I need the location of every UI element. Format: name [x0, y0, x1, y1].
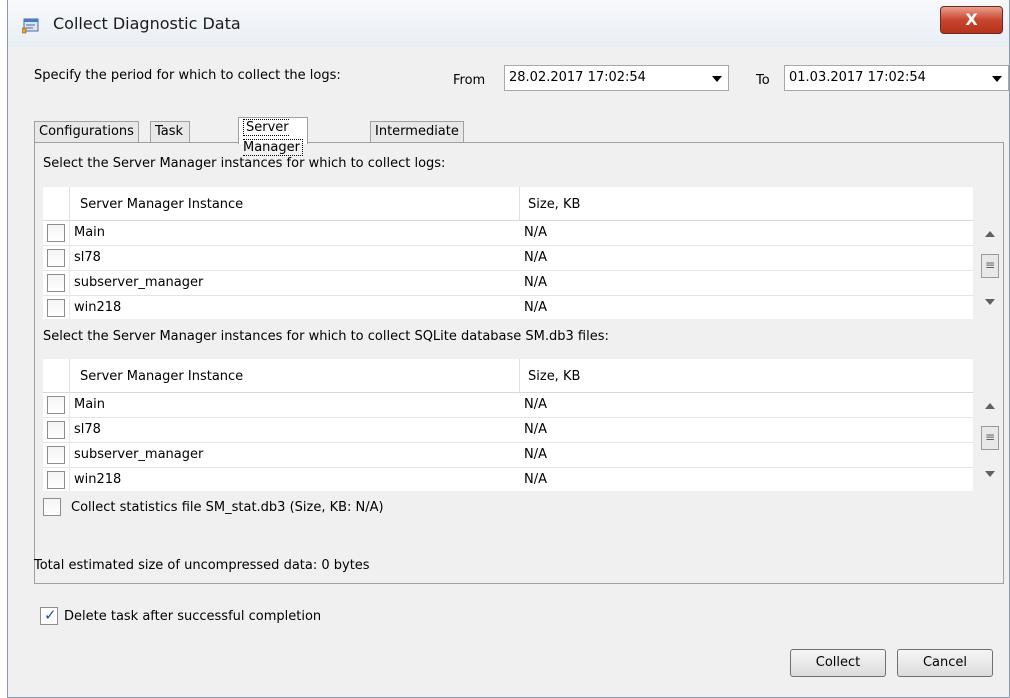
scroll-up-icon[interactable] [985, 231, 995, 237]
logs-instances-grid: Server Manager Instance Size, KB Main N/… [43, 187, 973, 319]
instance-name: win218 [74, 472, 122, 487]
instance-name: sl78 [74, 250, 101, 265]
instance-name: sl78 [74, 422, 101, 437]
scroll-down-icon[interactable] [985, 471, 995, 477]
row-checkbox[interactable] [47, 396, 65, 414]
app-diagnostic-icon [22, 18, 39, 34]
to-date-value: 01.03.2017 17:02:54 [789, 70, 926, 85]
tab-intermediate-files[interactable]: Intermediate Files [370, 121, 464, 159]
collect-button[interactable]: Collect [790, 649, 886, 677]
table-row[interactable]: sl78 N/A [43, 418, 973, 443]
table-row[interactable]: subserver_manager N/A [43, 443, 973, 468]
instance-name: subserver_manager [74, 275, 204, 290]
column-header-size[interactable]: Size, KB [528, 197, 580, 212]
dialog-content: Specify the period for which to collect … [15, 47, 1009, 692]
period-label: Specify the period for which to collect … [34, 68, 341, 83]
instance-size: N/A [524, 225, 547, 240]
column-header-size[interactable]: Size, KB [528, 369, 580, 384]
scroll-thumb[interactable]: ≡ [981, 426, 999, 450]
close-button[interactable]: X [940, 6, 1003, 34]
table-row[interactable]: sl78 N/A [43, 246, 973, 271]
db-instances-grid: Server Manager Instance Size, KB Main N/… [43, 359, 973, 491]
table-row[interactable]: Main N/A [43, 393, 973, 418]
row-checkbox[interactable] [47, 299, 65, 317]
from-date-dropdown[interactable]: 28.02.2017 17:02:54 [504, 65, 729, 91]
total-size-label: Total estimated size of uncompressed dat… [34, 558, 370, 573]
window-title: Collect Diagnostic Data [53, 14, 241, 33]
column-header-instance[interactable]: Server Manager Instance [80, 369, 243, 384]
instance-size: N/A [524, 447, 547, 462]
chevron-down-icon[interactable] [992, 76, 1002, 82]
column-header-instance[interactable]: Server Manager Instance [80, 197, 243, 212]
cancel-button[interactable]: Cancel [897, 649, 993, 677]
grid-header: Server Manager Instance Size, KB [43, 359, 973, 393]
instance-size: N/A [524, 300, 547, 315]
from-date-value: 28.02.2017 17:02:54 [509, 70, 646, 85]
server-manager-panel: Select the Server Manager instances for … [34, 142, 1004, 584]
row-checkbox[interactable] [47, 249, 65, 267]
chevron-down-icon[interactable] [712, 76, 722, 82]
instance-size: N/A [524, 422, 547, 437]
tab-configurations[interactable]: Configurations [34, 121, 139, 143]
delete-task-label[interactable]: Delete task after successful completion [64, 609, 321, 624]
row-checkbox[interactable] [47, 224, 65, 242]
instance-name: Main [74, 397, 106, 412]
grid-header: Server Manager Instance Size, KB [43, 187, 973, 221]
instance-name: win218 [74, 300, 122, 315]
logs-grid-scrollbar[interactable]: ≡ [978, 223, 1002, 313]
scroll-down-icon[interactable] [985, 299, 995, 305]
table-row[interactable]: win218 N/A [43, 468, 973, 491]
scroll-thumb[interactable]: ≡ [981, 254, 999, 278]
tab-server-manager[interactable]: Server Manager [238, 117, 308, 156]
stats-checkbox[interactable] [43, 498, 61, 516]
row-checkbox[interactable] [47, 274, 65, 292]
scroll-up-icon[interactable] [985, 403, 995, 409]
table-row[interactable]: subserver_manager N/A [43, 271, 973, 296]
instance-size: N/A [524, 472, 547, 487]
to-date-dropdown[interactable]: 01.03.2017 17:02:54 [784, 65, 1009, 91]
title-bar: Collect Diagnostic Data X [8, 0, 1009, 47]
logs-section-label: Select the Server Manager instances for … [43, 156, 446, 171]
instance-size: N/A [524, 275, 547, 290]
instance-size: N/A [524, 250, 547, 265]
row-checkbox[interactable] [47, 471, 65, 489]
to-label: To [756, 73, 770, 88]
instance-name: subserver_manager [74, 447, 204, 462]
row-checkbox[interactable] [47, 446, 65, 464]
from-label: From [453, 73, 486, 88]
table-row[interactable]: win218 N/A [43, 296, 973, 319]
db-section-label: Select the Server Manager instances for … [43, 329, 609, 344]
dialog-window: Collect Diagnostic Data X Specify the pe… [7, 0, 1010, 698]
table-row[interactable]: Main N/A [43, 221, 973, 246]
tab-task-logs[interactable]: Task Logs [150, 121, 190, 159]
row-checkbox[interactable] [47, 421, 65, 439]
check-icon: ✓ [44, 606, 57, 624]
instance-name: Main [74, 225, 106, 240]
delete-task-checkbox[interactable]: ✓ [40, 606, 58, 625]
stats-label[interactable]: Collect statistics file SM_stat.db3 (Siz… [71, 500, 384, 515]
instance-size: N/A [524, 397, 547, 412]
db-grid-scrollbar[interactable]: ≡ [978, 395, 1002, 485]
